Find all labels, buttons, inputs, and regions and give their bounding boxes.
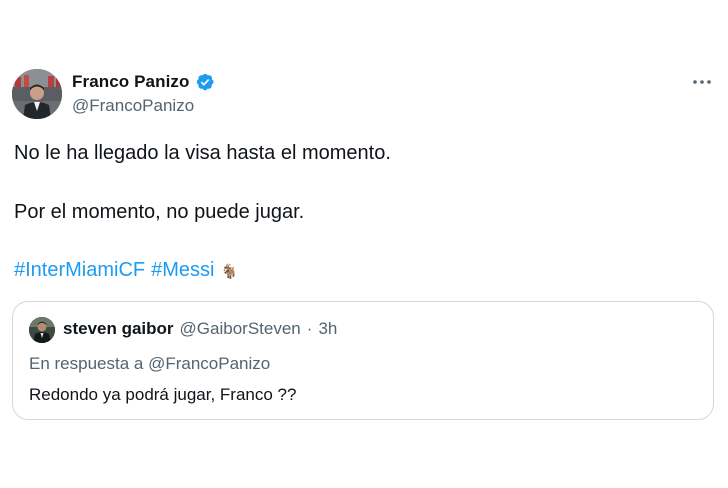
author-name-row: Franco Panizo xyxy=(72,70,215,94)
quoted-author-avatar[interactable] xyxy=(29,317,55,343)
author-name[interactable]: Franco Panizo xyxy=(72,72,190,92)
quoted-author-handle[interactable]: @GaiborSteven xyxy=(180,319,301,339)
quoted-tweet-card[interactable]: steven gaibor @GaiborSteven · 3h En resp… xyxy=(12,301,714,420)
quoted-avatar-image xyxy=(29,317,55,343)
author-handle[interactable]: @FrancoPanizo xyxy=(72,96,194,116)
author-avatar[interactable] xyxy=(12,69,62,119)
more-options-icon[interactable] xyxy=(690,72,714,92)
quoted-tweet-text: Redondo ya podrá jugar, Franco ?? xyxy=(29,385,297,404)
separator-dot: · xyxy=(306,319,313,338)
quoted-timestamp[interactable]: 3h xyxy=(318,319,337,339)
hashtag-link[interactable]: #InterMiamiCF xyxy=(14,259,145,282)
hashtag-link[interactable]: #Messi xyxy=(151,259,214,282)
tweet-card: Franco Panizo @FrancoPanizo No le ha lle… xyxy=(0,0,728,488)
reply-handle[interactable]: @FrancoPanizo xyxy=(148,354,270,373)
tweet-hashtags: #InterMiamiCF #Messi 🐐 xyxy=(14,259,238,282)
quoted-author-name[interactable]: steven gaibor xyxy=(63,319,174,339)
verified-badge-icon xyxy=(195,72,215,92)
reply-prefix: En respuesta a xyxy=(29,354,144,373)
reply-context: En respuesta a @FrancoPanizo xyxy=(29,354,270,374)
author-avatar-image xyxy=(12,69,62,119)
tweet-text-line-1: No le ha llegado la visa hasta el moment… xyxy=(14,142,391,164)
quoted-header: steven gaibor @GaiborSteven · 3h xyxy=(63,319,337,339)
tweet-text-line-2: Por el momento, no puede jugar. xyxy=(14,201,305,223)
goat-emoji: 🐐 xyxy=(220,264,238,280)
